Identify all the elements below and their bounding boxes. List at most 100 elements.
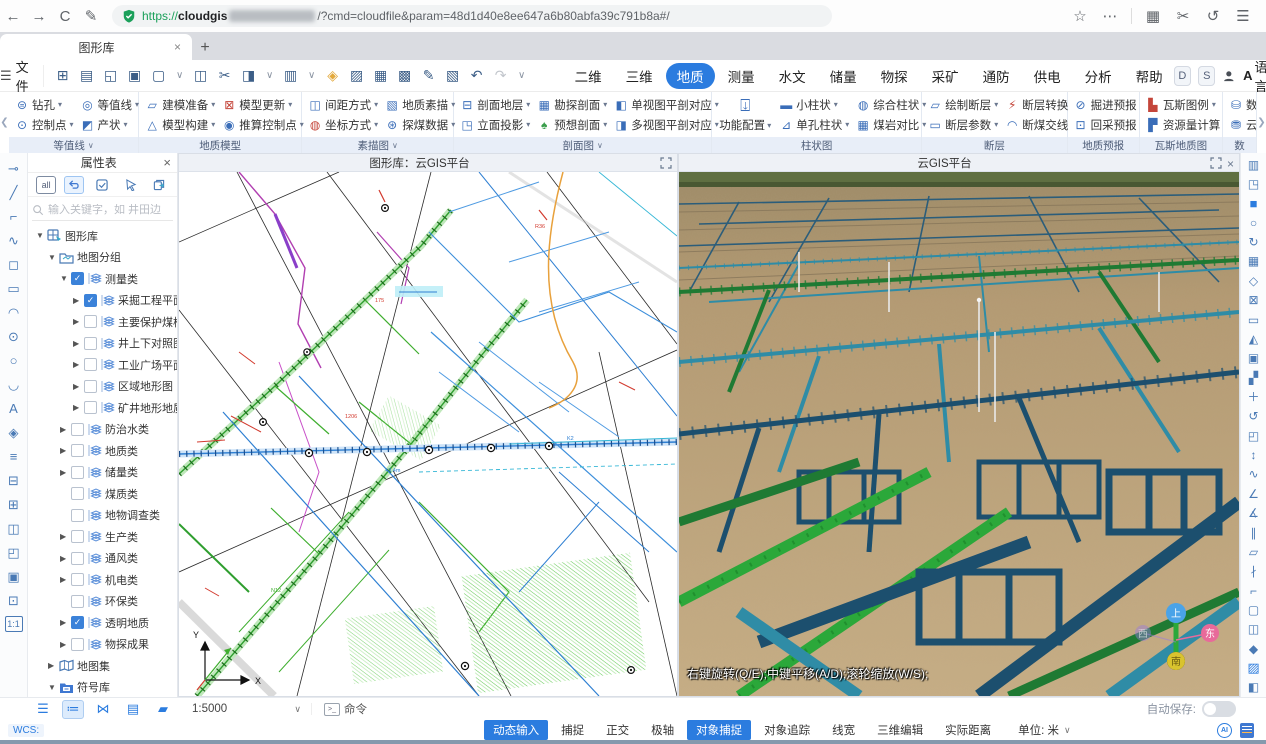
ellipse-tool-icon[interactable]: ○ bbox=[3, 349, 25, 372]
delete-icon[interactable]: ⊠ bbox=[1244, 291, 1264, 310]
cut-icon[interactable]: ✂ bbox=[214, 65, 236, 87]
address-bar[interactable]: https://cloudgis/?cmd=cloudfile&param=48… bbox=[112, 5, 832, 27]
rectangle-tool-icon[interactable]: ▭ bbox=[3, 277, 25, 300]
ribbon-item-cloud-truncated[interactable]: ⛃云 bbox=[1226, 116, 1257, 134]
ribbon-item-data-truncated[interactable]: ⛁数 bbox=[1226, 96, 1257, 114]
slope-point-icon[interactable]: ∡ bbox=[1244, 503, 1264, 522]
offset-rect-icon[interactable]: ▭ bbox=[1244, 310, 1264, 329]
image-swap-icon[interactable]: ◳ bbox=[1244, 174, 1264, 193]
box-3d-icon[interactable]: ◇ bbox=[1244, 271, 1264, 290]
open-file-icon[interactable]: ◱ bbox=[100, 65, 122, 87]
tab-geophysics[interactable]: 物探 bbox=[870, 63, 919, 89]
hatch-fill-icon[interactable]: ▨ bbox=[1244, 658, 1264, 677]
paste-caret-icon[interactable]: ∨ bbox=[304, 65, 320, 87]
ribbon-item-elevation-projection[interactable]: ◳立面投影▾ bbox=[457, 116, 533, 134]
screenshot-scissors-icon[interactable]: ✂ bbox=[1170, 7, 1196, 25]
ai-assistant-icon[interactable]: AI bbox=[1217, 723, 1232, 738]
ribbon-item-gas-legend[interactable]: ▙瓦斯图例▾ bbox=[1143, 96, 1224, 114]
tab-3d[interactable]: 三维 bbox=[615, 63, 664, 89]
move-icon[interactable]: ＋ bbox=[1244, 387, 1264, 406]
copy-offset-icon[interactable]: ◰ bbox=[1244, 426, 1264, 445]
checkbox-checked[interactable]: ✓ bbox=[71, 616, 84, 629]
back-icon[interactable]: ← bbox=[0, 8, 26, 25]
ribbon-item-section-strata[interactable]: ⊟剖面地层▾ bbox=[457, 96, 533, 114]
ribbon-item-single-hole-column[interactable]: ⊿单孔柱状▾ bbox=[776, 116, 852, 134]
clip-note-icon[interactable]: ▢ bbox=[1244, 600, 1264, 619]
tree-item-coal-quality[interactable]: 煤质类 bbox=[28, 483, 177, 505]
circle-select-icon[interactable]: ○ bbox=[1244, 213, 1264, 232]
ribbon-item-control-point[interactable]: ⊙控制点▾ bbox=[12, 116, 77, 134]
format-brush-icon[interactable]: ✎ bbox=[418, 65, 440, 87]
export-icon[interactable]: ▢ bbox=[148, 65, 170, 87]
map-3d-viewport[interactable]: 上 东 南 西 右键旋转(Q/E);中键平移(A/D);滚轮缩放(W/S); bbox=[679, 172, 1239, 696]
tree-item-regional-topo[interactable]: ▶区域地形图 bbox=[28, 376, 177, 398]
checkbox-checked[interactable]: ✓ bbox=[84, 294, 97, 307]
tree-item-geology-class[interactable]: ▶地质类 bbox=[28, 440, 177, 462]
map-3d-titlebar[interactable]: 云GIS平台 × bbox=[679, 154, 1239, 172]
ribbon-item-composite-column[interactable]: ◍综合柱状▾ bbox=[853, 96, 929, 114]
tab-reserves[interactable]: 储量 bbox=[819, 63, 868, 89]
hatch-icon[interactable]: ▧ bbox=[442, 65, 464, 87]
tree-item-survey-class[interactable]: ▼✓测量类 bbox=[28, 268, 177, 290]
history-undo-icon[interactable]: ↺ bbox=[1200, 7, 1226, 25]
ribbon-item-contour[interactable]: ◎等值线▾ bbox=[78, 96, 143, 114]
eraser-icon[interactable]: ▨ bbox=[346, 65, 368, 87]
tab-analysis[interactable]: 分析 bbox=[1074, 63, 1123, 89]
layer-search[interactable] bbox=[32, 199, 173, 221]
ribbon-group-label[interactable]: 地质模型 bbox=[139, 137, 301, 153]
tree-item-surface-underground[interactable]: ▶井上下对照图 bbox=[28, 333, 177, 355]
ribbon-item-tunneling-forecast[interactable]: ⊘掘进预报 bbox=[1071, 96, 1140, 114]
new-form-icon[interactable]: ▤ bbox=[76, 65, 98, 87]
layers-style-icon[interactable]: ◈ bbox=[322, 65, 344, 87]
folder-view-icon[interactable]: ▰ bbox=[152, 700, 174, 719]
undo-filter-icon[interactable] bbox=[64, 176, 84, 194]
units-select[interactable]: 单位: 米∨ bbox=[1018, 722, 1070, 738]
tab-power[interactable]: 供电 bbox=[1023, 63, 1072, 89]
checkbox[interactable] bbox=[71, 487, 84, 500]
mirror-icon[interactable]: ◭ bbox=[1244, 329, 1264, 348]
spline-tool-icon[interactable]: ∿ bbox=[3, 229, 25, 252]
tree-item-symbol-library[interactable]: ▼符号库 bbox=[28, 677, 177, 698]
toggle-polar[interactable]: 极轴 bbox=[642, 720, 683, 740]
array-tool-icon[interactable]: ⊞ bbox=[3, 493, 25, 516]
apps-grid-icon[interactable]: ▦ bbox=[1140, 7, 1166, 25]
tree-item-coal-pillar[interactable]: ▶主要保护煤柱图 bbox=[28, 311, 177, 333]
tree-item-industrial-plaza[interactable]: ▶工业广场平面图 bbox=[28, 354, 177, 376]
trim-icon[interactable]: ∤ bbox=[1244, 562, 1264, 581]
align-left-icon[interactable]: ≡ bbox=[3, 445, 25, 468]
toggle-lineweight[interactable]: 线宽 bbox=[823, 720, 864, 740]
panel-close-icon[interactable]: × bbox=[1227, 157, 1234, 169]
ribbon-item-fault-coal-intersection[interactable]: ◠断煤交线 bbox=[1002, 116, 1071, 134]
spring-icon[interactable]: ∿ bbox=[1244, 465, 1264, 484]
tree-item-map-group[interactable]: ▼地图分组 bbox=[28, 247, 177, 269]
new-tab-button[interactable]: + bbox=[192, 39, 218, 57]
checkbox[interactable] bbox=[71, 444, 84, 457]
autosave-toggle[interactable] bbox=[1202, 701, 1236, 717]
list-view-icon[interactable]: ☰ bbox=[32, 700, 54, 719]
redo-icon[interactable]: ↷ bbox=[490, 65, 512, 87]
zoom-1to1-icon[interactable]: 1:1 bbox=[5, 616, 23, 632]
checkbox[interactable] bbox=[84, 401, 97, 414]
open-arc-tool-icon[interactable]: ◡ bbox=[3, 373, 25, 396]
tree-item-feature-survey[interactable]: 地物调查类 bbox=[28, 505, 177, 527]
ribbon-item-fault-convert[interactable]: ⚡断层转换 bbox=[1002, 96, 1071, 114]
map-scale-select[interactable]: 1:5000 ∨ bbox=[192, 703, 312, 715]
copy-caret-icon[interactable]: ∨ bbox=[262, 65, 278, 87]
toggle-snap[interactable]: 捕捉 bbox=[552, 720, 593, 740]
tab-help[interactable]: 帮助 bbox=[1125, 63, 1174, 89]
ribbon-item-single-view-mapping[interactable]: ◧单视图平剖对应▾ bbox=[611, 96, 722, 114]
toggle-object-track[interactable]: 对象追踪 bbox=[755, 720, 819, 740]
ribbon-item-small-column[interactable]: ▬小柱状▾ bbox=[776, 96, 852, 114]
tab-hydrology[interactable]: 水文 bbox=[768, 63, 817, 89]
ribbon-item-multi-view-mapping[interactable]: ◨多视图平剖对应▾ bbox=[611, 116, 722, 134]
fullscreen-icon[interactable] bbox=[660, 157, 672, 169]
line-tool-icon[interactable]: ╱ bbox=[3, 181, 25, 204]
table-view-icon[interactable]: ▦ bbox=[370, 65, 392, 87]
pick-select-icon[interactable] bbox=[121, 176, 141, 194]
checkbox[interactable] bbox=[84, 380, 97, 393]
command-input[interactable]: >_ 命令 bbox=[324, 701, 367, 717]
undo-icon[interactable]: ↶ bbox=[466, 65, 488, 87]
toggle-3d-edit[interactable]: 三维编辑 bbox=[868, 720, 932, 740]
toggle-ortho[interactable]: 正交 bbox=[597, 720, 638, 740]
checkbox[interactable] bbox=[71, 573, 84, 586]
